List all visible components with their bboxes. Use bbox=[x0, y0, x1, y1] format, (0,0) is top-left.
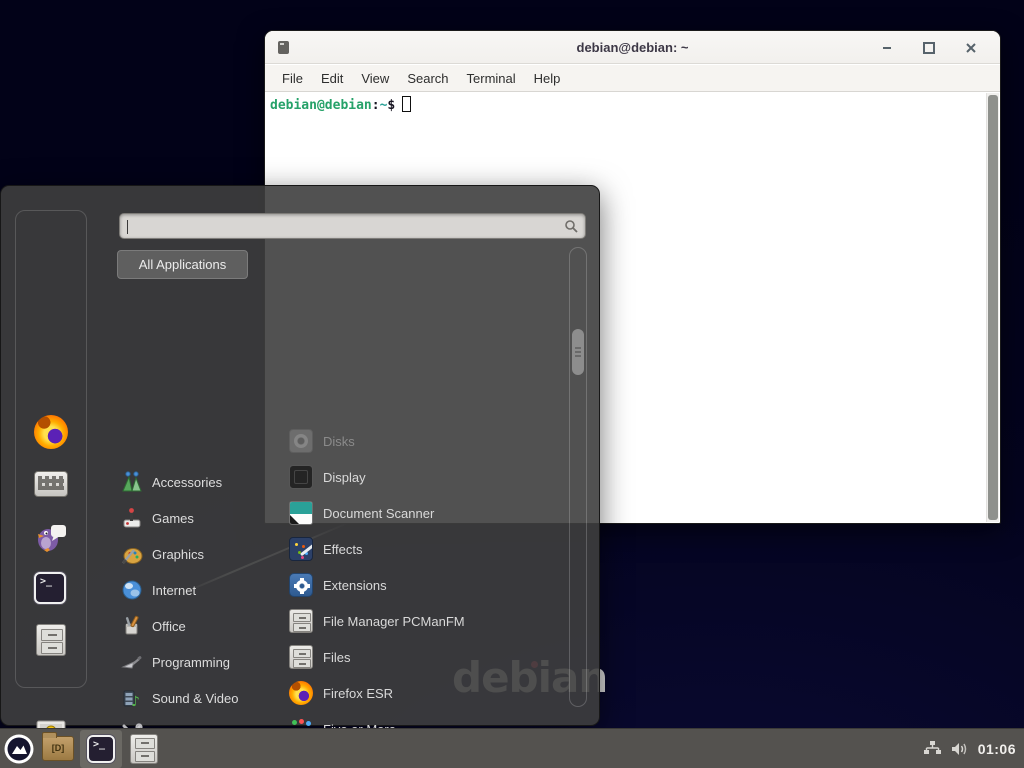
category-label: Sound & Video bbox=[152, 691, 239, 706]
file-manager-launcher[interactable] bbox=[124, 729, 164, 768]
internet-icon bbox=[121, 579, 143, 601]
volume-icon[interactable] bbox=[951, 741, 969, 757]
category-label: Programming bbox=[152, 655, 230, 670]
clock[interactable]: 01:06 bbox=[978, 741, 1016, 757]
app-item-firefox-esr[interactable]: Firefox ESR bbox=[289, 675, 393, 711]
category-graphics[interactable]: Graphics bbox=[121, 540, 204, 568]
terminal-cursor bbox=[402, 96, 411, 112]
extensions-icon bbox=[289, 573, 313, 597]
category-label: Internet bbox=[152, 583, 196, 598]
menu-scrollbar-track[interactable] bbox=[569, 247, 587, 707]
menu-button[interactable] bbox=[0, 729, 38, 768]
minimize-icon[interactable] bbox=[878, 39, 896, 57]
firefox-icon bbox=[289, 681, 313, 705]
folder-launcher[interactable]: [D] bbox=[38, 729, 78, 768]
category-all-applications[interactable]: All Applications bbox=[117, 250, 248, 279]
category-label: Office bbox=[152, 619, 186, 634]
close-icon[interactable] bbox=[962, 39, 980, 57]
favorite-pidgin-button[interactable] bbox=[34, 519, 68, 553]
favorite-file-manager-button[interactable] bbox=[34, 623, 68, 657]
folder-badge: [D] bbox=[43, 743, 73, 753]
app-item-file-manager-pcmanfm[interactable]: File Manager PCManFM bbox=[289, 603, 465, 639]
terminal-scrollbar-track[interactable] bbox=[986, 93, 999, 522]
file-cabinet-icon bbox=[289, 645, 313, 669]
app-label: Effects bbox=[323, 542, 363, 557]
file-cabinet-icon bbox=[289, 609, 313, 633]
menu-file[interactable]: File bbox=[273, 67, 312, 90]
prompt-user-host: debian@debian bbox=[270, 98, 372, 113]
menu-icon bbox=[4, 734, 34, 764]
display-icon bbox=[289, 465, 313, 489]
app-item-files[interactable]: Files bbox=[289, 639, 350, 675]
category-label: Accessories bbox=[152, 475, 222, 490]
app-label: Display bbox=[323, 470, 366, 485]
firefox-icon bbox=[34, 415, 68, 449]
app-label: Files bbox=[323, 650, 350, 665]
category-games[interactable]: Games bbox=[121, 504, 194, 532]
menu-search-box[interactable] bbox=[119, 213, 586, 239]
favorite-firefox-button[interactable] bbox=[34, 415, 68, 449]
terminal-icon bbox=[34, 572, 66, 604]
terminal-menubar: File Edit View Search Terminal Help bbox=[265, 65, 1000, 92]
desktop: debian debian@debian: ~ File Edit View S… bbox=[0, 0, 1024, 768]
search-input[interactable] bbox=[126, 216, 556, 236]
network-icon[interactable] bbox=[923, 740, 942, 758]
maximize-icon[interactable] bbox=[920, 39, 938, 57]
terminal-window-button[interactable] bbox=[80, 730, 122, 768]
keyboard-icon bbox=[34, 471, 68, 497]
app-item-disks[interactable]: Disks bbox=[289, 423, 355, 459]
menu-edit[interactable]: Edit bbox=[312, 67, 352, 90]
menu-search[interactable]: Search bbox=[398, 67, 457, 90]
category-programming[interactable]: Programming bbox=[121, 648, 230, 676]
category-office[interactable]: Office bbox=[121, 612, 186, 640]
folder-icon: [D] bbox=[42, 736, 74, 761]
app-label: Disks bbox=[323, 434, 355, 449]
effects-icon bbox=[289, 537, 313, 561]
category-internet[interactable]: Internet bbox=[121, 576, 196, 604]
graphics-icon bbox=[121, 543, 143, 565]
applications-menu: All Applications Accessories Games Graph… bbox=[0, 185, 600, 726]
search-icon bbox=[564, 219, 578, 233]
app-label: Firefox ESR bbox=[323, 686, 393, 701]
file-manager-icon bbox=[36, 624, 66, 656]
category-sound-video[interactable]: ♪ Sound & Video bbox=[121, 684, 239, 712]
menu-scrollbar-thumb[interactable] bbox=[572, 329, 584, 375]
file-manager-icon bbox=[130, 734, 158, 764]
terminal-titlebar[interactable]: debian@debian: ~ bbox=[265, 31, 1000, 64]
app-label: File Manager PCManFM bbox=[323, 614, 465, 629]
category-label: Graphics bbox=[152, 547, 204, 562]
games-icon bbox=[121, 507, 143, 529]
pidgin-icon bbox=[34, 519, 68, 553]
window-icon bbox=[278, 41, 289, 54]
svg-text:♪: ♪ bbox=[131, 694, 140, 709]
app-item-document-scanner[interactable]: Document Scanner bbox=[289, 495, 434, 531]
shell-prompt: debian@debian:~$ bbox=[270, 96, 411, 113]
menu-help[interactable]: Help bbox=[525, 67, 570, 90]
app-item-display[interactable]: Display bbox=[289, 459, 366, 495]
app-item-extensions[interactable]: Extensions bbox=[289, 567, 387, 603]
terminal-icon bbox=[87, 735, 115, 763]
category-label: Games bbox=[152, 511, 194, 526]
favorite-keyboard-app-button[interactable] bbox=[34, 467, 68, 501]
search-caret bbox=[127, 220, 128, 234]
menu-view[interactable]: View bbox=[352, 67, 398, 90]
accessories-icon bbox=[121, 471, 143, 493]
app-label: Document Scanner bbox=[323, 506, 434, 521]
office-icon bbox=[121, 615, 143, 637]
app-item-effects[interactable]: Effects bbox=[289, 531, 363, 567]
document-scanner-icon bbox=[289, 501, 313, 525]
favorite-terminal-button[interactable] bbox=[34, 571, 68, 605]
terminal-scrollbar-thumb[interactable] bbox=[988, 95, 998, 520]
sound-video-icon: ♪ bbox=[121, 687, 143, 709]
app-label: Extensions bbox=[323, 578, 387, 593]
programming-icon bbox=[121, 651, 143, 673]
taskbar: [D] 01:06 bbox=[0, 728, 1024, 768]
menu-terminal[interactable]: Terminal bbox=[458, 67, 525, 90]
favorites-rail bbox=[15, 210, 87, 688]
category-accessories[interactable]: Accessories bbox=[121, 468, 222, 496]
disks-icon bbox=[289, 429, 313, 453]
